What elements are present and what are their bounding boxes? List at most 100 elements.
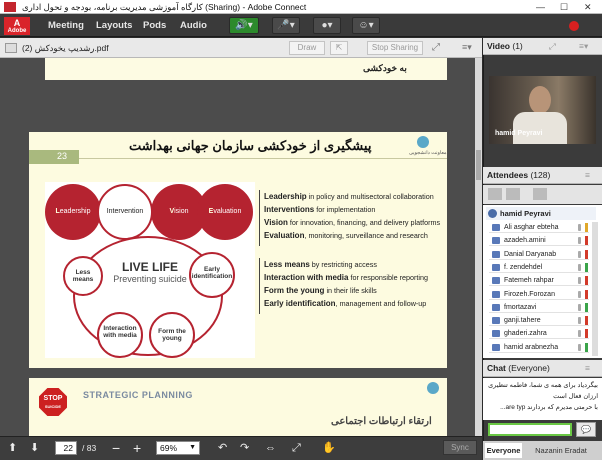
chat-message: ارزان فعال است (553, 393, 598, 400)
stop-sign-icon: STOP SUICIDE (39, 388, 67, 416)
page-number-input[interactable]: 22 (55, 441, 77, 455)
host-row[interactable]: hamid Peyravi (486, 207, 596, 220)
microphone-icon (578, 290, 581, 298)
person-icon (492, 250, 500, 258)
attendee-row[interactable]: Fatemeh rahpar (489, 275, 589, 287)
microphone-icon: 🎤▾ (277, 20, 295, 31)
video-feed[interactable]: hamid Peyravi (489, 76, 596, 144)
logo-caption: معاونت دانشجویی (409, 150, 447, 156)
live-life-subtitle: Preventing suicide (113, 274, 187, 284)
previous-page-icon[interactable]: ⬆ (8, 436, 17, 460)
pod-menu-icon[interactable]: ≡▾ (462, 42, 472, 53)
attendee-scrollbar[interactable] (592, 222, 598, 356)
menu-meeting[interactable]: Meeting (48, 14, 84, 37)
person-icon (492, 277, 500, 285)
chat-pod-title: Chat (487, 363, 506, 373)
attendees-toolbar (483, 185, 602, 204)
bullet-form-young: Form the young in their life skills (264, 286, 377, 295)
video-menu-icon[interactable]: ≡▾ (579, 38, 588, 55)
sync-button[interactable]: Sync (443, 440, 477, 455)
previous-slide: به خودکشی (45, 58, 447, 80)
window-title-bar: کارگاه آموزشی مدیریت برنامه، بودجه و تحو… (0, 0, 602, 14)
hand-tool-icon[interactable]: ✋ (322, 436, 336, 460)
status-indicator (585, 342, 588, 352)
camera-button[interactable]: ●▾ (313, 17, 341, 34)
menu-audio[interactable]: Audio (180, 14, 207, 37)
chat-input[interactable] (488, 423, 572, 436)
attendee-name: Fatemeh rahpar (504, 277, 554, 285)
list-view-icon[interactable] (488, 188, 502, 200)
attendee-row[interactable]: hamid arabnezha (489, 341, 589, 353)
zoom-out-icon[interactable]: − (112, 436, 120, 460)
attendees-menu-icon[interactable]: ≡ (585, 167, 590, 184)
status-indicator (585, 236, 588, 246)
minimize-icon[interactable]: — (536, 0, 545, 14)
microphone-icon (578, 343, 581, 351)
bullet-early-identification: Early identification, management and fol… (264, 299, 427, 308)
pointer-icon: ⇱ (335, 43, 343, 52)
person-icon (492, 263, 500, 271)
status-indicator (585, 316, 588, 326)
document-viewer[interactable]: به خودکشی 23 پیشگیری از خودکشی سازمان جه… (0, 58, 475, 436)
attendee-row[interactable]: f. zendehdel (489, 261, 589, 273)
attendee-name: Danial Daryanab (504, 250, 557, 258)
fit-width-icon[interactable]: ⇔ (265, 436, 276, 460)
chat-pod-header: Chat (Everyone) ≡ (483, 360, 602, 377)
close-icon[interactable]: ✕ (584, 0, 592, 14)
draw-button[interactable]: Draw (289, 41, 325, 55)
person-icon (492, 237, 500, 245)
attendee-row[interactable]: azadeh.amini (489, 235, 589, 247)
microphone-button[interactable]: 🎤▾ (272, 17, 300, 34)
menu-pods[interactable]: Pods (143, 14, 166, 37)
attendee-row[interactable]: Firozeh.Forozan (489, 288, 589, 300)
chat-pod-scope: (Everyone) (508, 363, 550, 373)
attendee-row[interactable]: Ali asghar ebteha (489, 222, 589, 233)
microphone-icon (578, 330, 581, 338)
zoom-select[interactable]: 69% ▼ (156, 441, 200, 455)
bullets-top: Leadership in policy and multisectoral c… (259, 190, 444, 246)
chat-menu-icon[interactable]: ≡ (585, 360, 590, 377)
maximize-icon[interactable]: ☐ (560, 0, 568, 14)
attendee-row[interactable]: ghaderi.zahra (489, 328, 589, 340)
bullets-bottom: Less means by restricting access Interac… (259, 258, 444, 314)
send-button[interactable]: 💬 (576, 422, 596, 437)
circle-leadership: Leadership (45, 184, 101, 240)
microphone-icon (578, 317, 581, 325)
bullet-vision: Vision for innovation, financing, and de… (264, 218, 441, 227)
circle-less-means: Less means (63, 256, 103, 296)
attendee-row[interactable]: Danial Daryanab (489, 248, 589, 260)
speaker-button[interactable]: 🔊▾ (229, 17, 259, 34)
zoom-in-icon[interactable]: + (133, 436, 141, 460)
viewer-scrollbar[interactable] (475, 58, 482, 436)
chat-messages: بیگردیاد برای همه ی شما، فاطمه تنظیری ار… (483, 378, 602, 420)
menu-layouts[interactable]: Layouts (96, 14, 132, 37)
strategic-planning-text: STRATEGIC PLANNING (83, 390, 193, 400)
attendee-row[interactable]: ganji.tahere (489, 315, 589, 327)
tab-everyone[interactable]: Everyone (485, 443, 522, 458)
fit-page-icon[interactable]: ⤢ (292, 436, 301, 460)
fullscreen-icon[interactable]: ⤢ (432, 42, 440, 53)
next-page-icon[interactable]: ⬇ (30, 436, 39, 460)
speaker-icon: 🔊▾ (235, 20, 253, 31)
attendee-settings-icon[interactable] (533, 188, 547, 200)
slide-number-tab (29, 150, 79, 164)
rotate-right-icon[interactable]: ↷ (240, 436, 249, 460)
grid-view-icon[interactable] (506, 188, 520, 200)
status-button[interactable]: ☺▾ (352, 17, 380, 34)
next-slide-title: ارتقاء ارتباطات اجتماعی (331, 416, 432, 427)
tab-private-chat[interactable]: Nazanin Eradat (524, 443, 598, 458)
pointer-button[interactable]: ⇱ (330, 41, 348, 55)
chevron-down-icon: ▼ (189, 444, 196, 451)
stop-sharing-button[interactable]: Stop Sharing (367, 41, 423, 55)
record-icon[interactable] (569, 21, 579, 31)
person-icon (492, 343, 500, 351)
status-indicator (585, 249, 588, 259)
video-fullscreen-icon[interactable]: ⤢ (549, 38, 556, 55)
slide-divider (29, 158, 447, 159)
bullet-leadership: Leadership in policy and multisectoral c… (264, 192, 434, 201)
attendee-row[interactable]: fmortazavi (489, 301, 589, 313)
viewer-scroll-thumb[interactable] (476, 150, 481, 180)
circle-intervention: Intervention (97, 184, 153, 240)
rotate-left-icon[interactable]: ↶ (218, 436, 227, 460)
page-total: / 83 (82, 443, 97, 453)
